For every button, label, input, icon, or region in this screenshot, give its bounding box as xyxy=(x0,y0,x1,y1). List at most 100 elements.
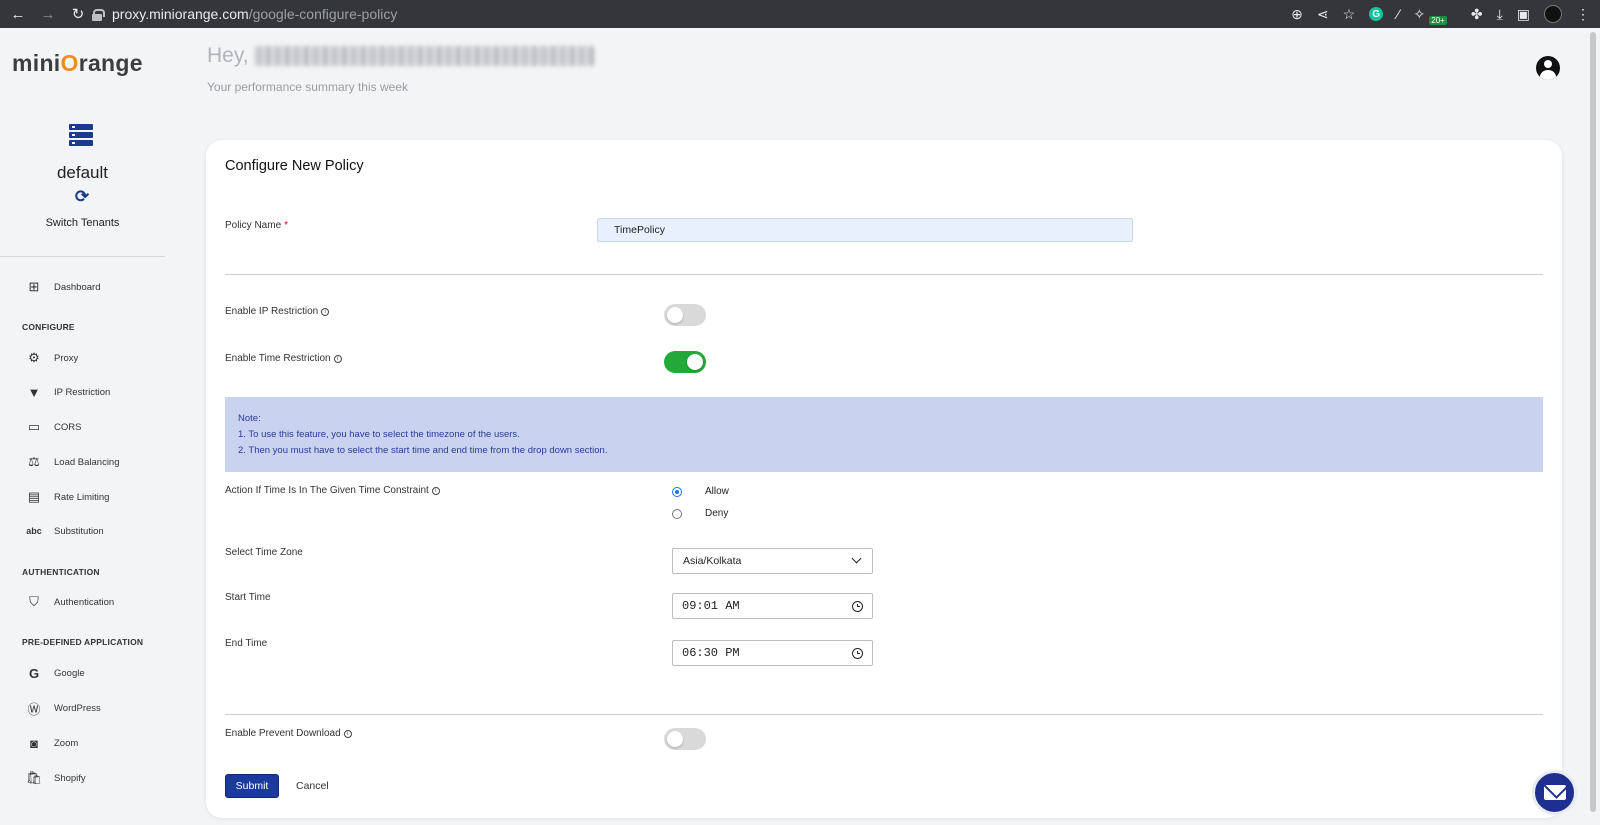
sidebar-item-wordpress[interactable]: Ⓦ WordPress xyxy=(26,699,101,717)
switch-tenants-link[interactable]: Switch Tenants xyxy=(0,217,165,229)
note-box: Note: 1. To use this feature, you have t… xyxy=(225,397,1543,472)
user-account-icon[interactable] xyxy=(1536,56,1560,80)
logo-text-range: range xyxy=(78,50,143,76)
share-icon[interactable]: ⋖ xyxy=(1317,6,1329,23)
grammarly-icon[interactable]: G xyxy=(1369,7,1384,21)
timezone-label: Select Time Zone xyxy=(225,547,303,558)
divider xyxy=(225,714,1543,715)
reload-icon[interactable]: ↻ xyxy=(70,5,86,23)
forward-icon[interactable]: → xyxy=(40,6,56,23)
timezone-value: Asia/Kolkata xyxy=(683,555,742,567)
start-time-input[interactable]: 09:01 AM xyxy=(672,593,873,619)
url-host: proxy.miniorange.com xyxy=(112,6,249,22)
timezone-select[interactable]: Asia/Kolkata xyxy=(672,548,873,574)
back-icon[interactable]: ← xyxy=(10,6,26,23)
sidebar-item-rate-limiting[interactable]: ▤ Rate Limiting xyxy=(26,488,110,506)
sidebar-divider xyxy=(0,256,165,257)
chevron-down-icon xyxy=(851,553,862,564)
prevent-download-label: Enable Prevent Download i xyxy=(225,728,352,739)
required-mark: * xyxy=(284,220,289,231)
puzzle-icon[interactable]: ✤ xyxy=(1471,6,1483,23)
contact-mail-button[interactable] xyxy=(1532,770,1577,815)
text-abc-icon: abc xyxy=(26,526,42,536)
sidebar-item-authentication[interactable]: ⛉ Authentication xyxy=(26,593,114,611)
switch-tenant-icon[interactable]: ⟳ xyxy=(73,188,91,206)
policy-name-input[interactable] xyxy=(597,218,1133,242)
end-time-input[interactable]: 06:30 PM xyxy=(672,640,873,666)
shield-icon: ⛉ xyxy=(29,594,39,609)
action-label: Action If Time Is In The Given Time Cons… xyxy=(225,485,440,496)
section-configure: CONFIGURE xyxy=(22,322,75,332)
sidebar-item-substitution[interactable]: abc Substitution xyxy=(26,522,103,540)
policy-name-label: Policy Name * xyxy=(225,220,288,231)
sidebar-item-label: Shopify xyxy=(54,772,86,784)
mail-icon xyxy=(1543,785,1566,800)
note-title: Note: xyxy=(238,413,261,424)
radio-label: Allow xyxy=(705,486,729,497)
radio-deny[interactable]: Deny xyxy=(672,508,728,519)
scale-icon: ⚖ xyxy=(28,454,40,469)
divider xyxy=(225,274,1543,275)
page-title: Configure New Policy xyxy=(225,158,364,174)
extension-counter-icon[interactable]: ✧ xyxy=(1414,6,1426,23)
browser-toolbar: ← → ↻ proxy.miniorange.com/google-config… xyxy=(0,0,1600,28)
radio-allow[interactable]: Allow xyxy=(672,486,729,497)
sidebar-item-label: WordPress xyxy=(54,702,101,714)
profile-avatar[interactable] xyxy=(1544,5,1562,23)
info-icon[interactable]: i xyxy=(333,354,342,363)
note-line-1: 1. To use this feature, you have to sele… xyxy=(238,429,520,440)
sidebar-item-google[interactable]: G Google xyxy=(26,664,85,682)
sidebar-item-zoom[interactable]: ◙ Zoom xyxy=(26,734,78,752)
section-authentication: AUTHENTICATION xyxy=(22,567,100,577)
ip-restriction-toggle[interactable] xyxy=(664,304,706,326)
label-text: Policy Name xyxy=(225,220,282,231)
ip-restriction-label: Enable IP Restriction i xyxy=(225,306,330,317)
redacted-email xyxy=(254,46,595,66)
filter-icon: ▼ xyxy=(27,384,41,400)
sidebar-item-label: Zoom xyxy=(54,737,79,749)
download-icon[interactable]: ⤓ xyxy=(1497,6,1503,23)
server-icon xyxy=(69,124,93,148)
bookmark-star-icon[interactable]: ☆ xyxy=(1343,6,1356,23)
info-icon[interactable]: i xyxy=(343,729,352,738)
cancel-button[interactable]: Cancel xyxy=(296,780,329,792)
rate-limit-icon: ▤ xyxy=(27,489,41,504)
browser-nav: ← → ↻ xyxy=(0,5,86,24)
toggle-knob xyxy=(687,354,703,370)
greeting-text: Hey, xyxy=(207,44,249,67)
gear-icon: ⚙ xyxy=(28,350,40,365)
sidebar-item-proxy[interactable]: ⚙ Proxy xyxy=(26,349,78,367)
radio-label: Deny xyxy=(705,508,729,519)
time-restriction-toggle[interactable] xyxy=(664,351,706,373)
sidebar-item-dashboard[interactable]: ⊞ Dashboard xyxy=(26,278,101,296)
prevent-download-toggle[interactable] xyxy=(664,728,706,750)
extension-icon[interactable]: ⁄ xyxy=(1397,6,1399,22)
menu-kebab-icon[interactable]: ⋮ xyxy=(1576,6,1590,23)
sidebar-item-ip-restriction[interactable]: ▼ IP Restriction xyxy=(26,383,111,401)
shopify-bag-icon: 🛍 xyxy=(25,770,43,785)
radio-dot[interactable] xyxy=(672,508,682,519)
extension-badge: 20+ xyxy=(1429,15,1447,25)
sidebar-item-label: IP Restriction xyxy=(54,386,111,398)
google-icon: G xyxy=(28,665,40,681)
radio-dot[interactable] xyxy=(672,486,682,497)
sidebar-item-label: Dashboard xyxy=(54,281,101,293)
clock-icon[interactable] xyxy=(852,601,863,612)
miniorange-logo[interactable]: miniOrange xyxy=(12,50,143,77)
side-panel-icon[interactable]: ▣ xyxy=(1517,6,1530,23)
start-time-value: 09:01 AM xyxy=(682,599,740,613)
sidebar-item-cors[interactable]: ▭ CORS xyxy=(26,418,82,436)
toggle-knob xyxy=(667,307,683,323)
tenant-name: default xyxy=(56,163,109,182)
sidebar-item-load-balancing[interactable]: ⚖ Load Balancing xyxy=(26,453,119,471)
info-icon[interactable]: i xyxy=(431,486,440,495)
lock-icon[interactable] xyxy=(92,8,105,21)
scrollbar[interactable] xyxy=(1590,32,1596,812)
clock-icon[interactable] xyxy=(852,648,863,659)
zoom-icon[interactable]: ⊕ xyxy=(1291,6,1303,23)
submit-button[interactable]: Submit xyxy=(225,774,279,798)
address-bar[interactable]: proxy.miniorange.com/google-configure-po… xyxy=(88,2,1388,26)
info-icon[interactable]: i xyxy=(321,307,330,316)
browser-actions: ⊕ ⋖ ☆ G ⁄ ✧ 20+ ✤ ⤓ ▣ ⋮ xyxy=(1291,0,1590,28)
sidebar-item-shopify[interactable]: 🛍 Shopify xyxy=(26,769,86,787)
